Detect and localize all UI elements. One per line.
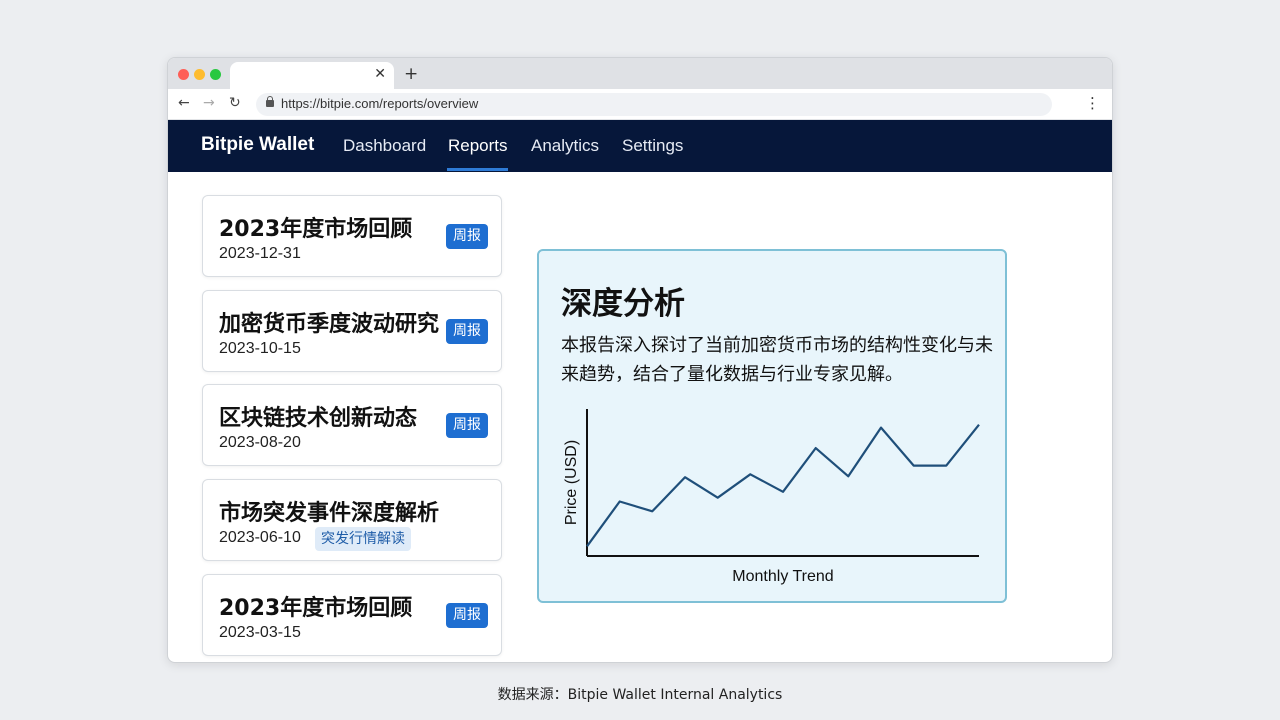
- report-card[interactable]: 2023年度市场回顾 2023-12-31 周报: [202, 195, 502, 277]
- nav-item-dashboard[interactable]: Dashboard: [343, 136, 426, 156]
- report-tag-badge: 周报: [446, 413, 488, 438]
- report-date: 2023-08-20: [219, 434, 301, 451]
- active-nav-indicator: [447, 168, 508, 171]
- close-icon[interactable]: ✕: [374, 66, 386, 82]
- report-tag-badge: 周报: [446, 319, 488, 344]
- report-title: 市场突发事件深度解析: [219, 501, 440, 526]
- y-axis-label: Price (USD): [563, 440, 580, 525]
- report-card[interactable]: 加密货币季度波动研究 2023-10-15 周报: [202, 290, 502, 372]
- report-date: 2023-06-10: [219, 529, 301, 546]
- address-bar: ← → ↻ https://bitpie.com/reports/overvie…: [168, 89, 1112, 120]
- report-date: 2023-10-15: [219, 340, 301, 357]
- nav-item-analytics[interactable]: Analytics: [531, 136, 599, 156]
- report-tag-badge: 周报: [446, 224, 488, 249]
- report-card[interactable]: 2023年度市场回顾 2023-03-15 周报: [202, 574, 502, 656]
- price-trend-chart: Price (USD) Monthly Trend: [563, 409, 980, 585]
- report-tag-badge: 突发行情解读: [315, 527, 411, 551]
- forward-arrow-icon[interactable]: →: [203, 95, 215, 111]
- nav-item-reports[interactable]: Reports: [448, 136, 508, 156]
- analysis-panel: 深度分析 本报告深入探讨了当前加密货币市场的结构性变化与未来趋势，结合了量化数据…: [537, 249, 1007, 603]
- series-line-price: [586, 424, 980, 547]
- maximize-window-dot[interactable]: [210, 69, 221, 80]
- panel-title: 深度分析: [561, 286, 685, 322]
- report-title: 2023年度市场回顾: [219, 596, 413, 621]
- minimize-window-dot[interactable]: [194, 69, 205, 80]
- close-window-dot[interactable]: [178, 69, 189, 80]
- url-input[interactable]: https://bitpie.com/reports/overview: [256, 93, 1052, 116]
- report-card[interactable]: 区块链技术创新动态 2023-08-20 周报: [202, 384, 502, 466]
- nav-item-settings[interactable]: Settings: [622, 136, 683, 156]
- browser-tab[interactable]: ✕: [230, 62, 394, 89]
- back-arrow-icon[interactable]: ←: [178, 95, 190, 111]
- report-title: 区块链技术创新动态: [219, 406, 418, 431]
- report-card[interactable]: 市场突发事件深度解析 2023-06-10 突发行情解读: [202, 479, 502, 561]
- lock-icon: [266, 96, 274, 107]
- new-tab-icon[interactable]: +: [404, 64, 418, 84]
- report-tag-badge: 周报: [446, 603, 488, 628]
- tab-strip: ✕ +: [168, 58, 1112, 89]
- reload-icon[interactable]: ↻: [229, 95, 241, 111]
- report-title: 加密货币季度波动研究: [219, 312, 440, 337]
- panel-description: 本报告深入探讨了当前加密货币市场的结构性变化与未来趋势，结合了量化数据与行业专家…: [561, 335, 993, 385]
- top-navigation: Bitpie Wallet Dashboard Reports Analytic…: [168, 120, 1112, 172]
- brand-logo[interactable]: Bitpie Wallet: [201, 134, 314, 156]
- browser-menu-icon[interactable]: ⋮: [1085, 94, 1100, 112]
- data-source-caption: 数据来源：Bitpie Wallet Internal Analytics: [497, 687, 783, 703]
- x-axis-label: Monthly Trend: [732, 568, 833, 585]
- report-title: 2023年度市场回顾: [219, 217, 413, 242]
- report-date: 2023-12-31: [219, 245, 301, 262]
- report-date: 2023-03-15: [219, 624, 301, 641]
- url-text: https://bitpie.com/reports/overview: [281, 96, 479, 111]
- browser-window: ✕ + ← → ↻ https://bitpie.com/reports/ove…: [167, 57, 1113, 663]
